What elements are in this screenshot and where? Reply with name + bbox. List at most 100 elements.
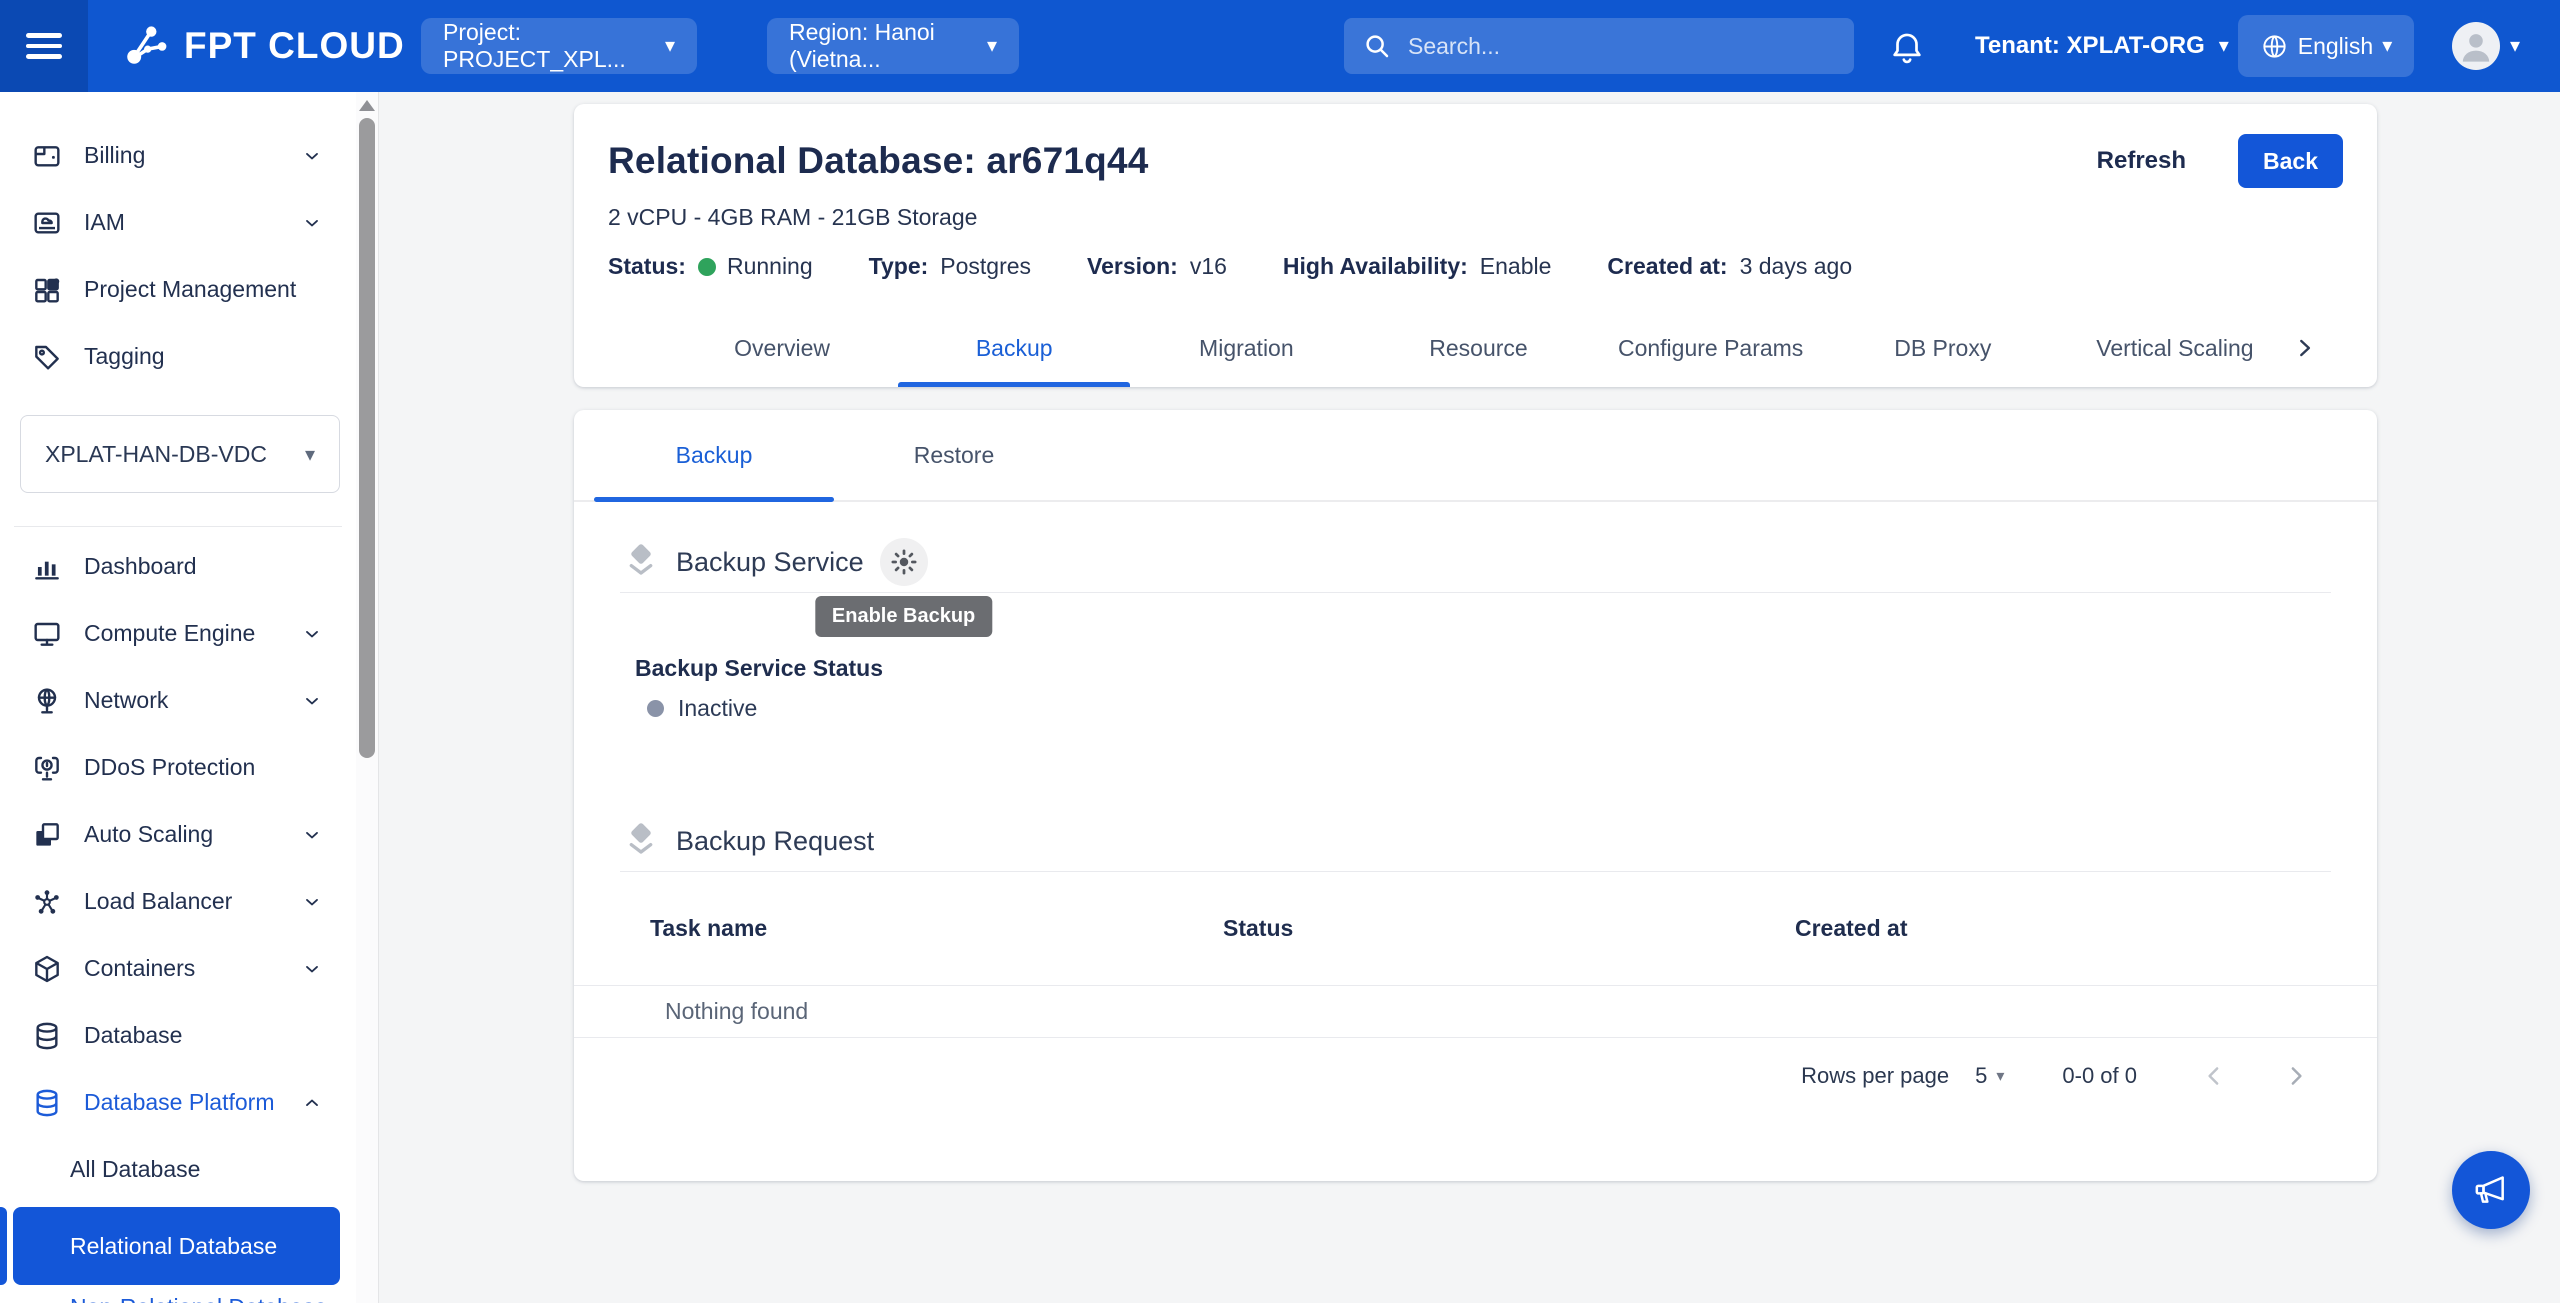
tab-db-proxy[interactable]: DB Proxy bbox=[1827, 309, 2059, 387]
backup-panel-tabs: Backup Restore bbox=[574, 410, 2377, 502]
avatar-caret-icon[interactable]: ▾ bbox=[2510, 36, 2520, 56]
backup-service-status-value: Inactive bbox=[678, 695, 757, 722]
backup-service-section-header: Backup Service Enable Backup bbox=[620, 538, 2331, 586]
sidebar-item-database[interactable]: Database bbox=[0, 1002, 356, 1069]
scrollbar-thumb[interactable] bbox=[359, 118, 375, 758]
tenant-selector[interactable]: Tenant: XPLAT-ORG ▾ bbox=[1975, 32, 2229, 60]
ha-value: Enable bbox=[1480, 253, 1552, 280]
top-navbar: FPT CLOUD Project: PROJECT_XPL... ▾ Regi… bbox=[0, 0, 2560, 92]
tab-backup-inner[interactable]: Backup bbox=[594, 410, 834, 500]
tab-resource[interactable]: Resource bbox=[1362, 309, 1594, 387]
bar-chart-icon bbox=[30, 550, 64, 584]
caret-down-icon: ▾ bbox=[305, 442, 315, 467]
sidebar: Billing IAM bbox=[0, 92, 356, 1303]
id-card-icon bbox=[30, 206, 64, 240]
tab-vertical-scaling[interactable]: Vertical Scaling bbox=[2059, 309, 2291, 387]
sidebar-item-auto-scaling[interactable]: Auto Scaling bbox=[0, 801, 356, 868]
sidebar-item-billing[interactable]: Billing bbox=[0, 122, 356, 189]
brand-logo-text: FPT CLOUD bbox=[184, 25, 405, 67]
tabs-scroll-right-icon[interactable] bbox=[2291, 335, 2317, 361]
chevron-up-icon bbox=[302, 1093, 322, 1113]
backup-request-title: Backup Request bbox=[676, 826, 874, 857]
backup-request-section-header: Backup Request bbox=[620, 817, 2331, 865]
sidebar-item-ddos-protection[interactable]: DDoS Protection bbox=[0, 734, 356, 801]
sidebar-item-containers[interactable]: Containers bbox=[0, 935, 356, 1002]
sidebar-item-compute-engine[interactable]: Compute Engine bbox=[0, 600, 356, 667]
sidebar-item-database-platform[interactable]: Database Platform bbox=[0, 1069, 356, 1136]
sidebar-item-network[interactable]: Network bbox=[0, 667, 356, 734]
vdc-selector-value: XPLAT-HAN-DB-VDC bbox=[45, 441, 267, 468]
shield-monitor-icon bbox=[30, 751, 64, 785]
language-selector[interactable]: English ▾ bbox=[2238, 15, 2414, 77]
sidebar-scrollbar[interactable] bbox=[356, 92, 379, 1303]
brand-logo[interactable]: FPT CLOUD bbox=[118, 19, 405, 73]
previous-page-button[interactable] bbox=[2199, 1061, 2229, 1091]
vdc-selector[interactable]: XPLAT-HAN-DB-VDC ▾ bbox=[20, 415, 340, 493]
inactive-status-dot bbox=[647, 700, 664, 717]
backup-settings-button[interactable]: Enable Backup bbox=[880, 538, 928, 586]
layers-icon bbox=[30, 818, 64, 852]
region-selector[interactable]: Region: Hanoi (Vietna... ▾ bbox=[767, 18, 1019, 74]
nodes-icon bbox=[30, 885, 64, 919]
scrollbar-up-arrow[interactable] bbox=[359, 100, 375, 111]
sidebar-item-relational-database[interactable]: Relational Database bbox=[13, 1207, 340, 1285]
rows-per-page-label: Rows per page bbox=[1801, 1063, 1949, 1089]
created-at-value: 3 days ago bbox=[1740, 253, 1853, 280]
backup-service-status-value-row: Inactive bbox=[620, 695, 2331, 722]
hamburger-menu-button[interactable] bbox=[0, 0, 88, 92]
active-item-accent-bar bbox=[0, 1207, 7, 1285]
database-icon bbox=[30, 1086, 64, 1120]
tab-migration[interactable]: Migration bbox=[1130, 309, 1362, 387]
table-pagination: Rows per page 5 ▾ 0-0 of 0 bbox=[574, 1038, 2377, 1114]
chevron-down-icon bbox=[302, 825, 322, 845]
monitor-icon bbox=[30, 617, 64, 651]
refresh-button[interactable]: Refresh bbox=[2091, 146, 2192, 176]
search-input[interactable] bbox=[1406, 32, 1806, 61]
language-label: English bbox=[2298, 33, 2373, 60]
sidebar-item-all-database[interactable]: All Database bbox=[0, 1136, 356, 1203]
sidebar-item-tagging[interactable]: Tagging bbox=[0, 323, 356, 390]
next-page-button[interactable] bbox=[2281, 1061, 2311, 1091]
search-box[interactable] bbox=[1344, 18, 1854, 74]
feedback-fab-button[interactable] bbox=[2452, 1151, 2530, 1229]
tab-backup[interactable]: Backup bbox=[898, 309, 1130, 387]
project-selector-label: Project: PROJECT_XPL... bbox=[443, 19, 665, 73]
database-icon bbox=[30, 1019, 64, 1053]
layers-diamond-icon bbox=[620, 542, 660, 582]
caret-down-icon: ▾ bbox=[1996, 1066, 2004, 1086]
chevron-down-icon bbox=[302, 959, 322, 979]
type-value: Postgres bbox=[940, 253, 1031, 280]
grid-icon bbox=[30, 273, 64, 307]
chevron-left-icon bbox=[2199, 1061, 2229, 1091]
status-row: Status: Running Type: Postgres Version: … bbox=[608, 253, 2343, 280]
column-created-at: Created at bbox=[1795, 915, 2377, 942]
tab-overview[interactable]: Overview bbox=[666, 309, 898, 387]
search-icon bbox=[1362, 31, 1392, 61]
tenant-label: Tenant: XPLAT-ORG bbox=[1975, 32, 2205, 60]
pagination-range: 0-0 of 0 bbox=[2062, 1063, 2137, 1089]
rows-per-page-select[interactable]: 5 ▾ bbox=[1975, 1063, 2004, 1089]
user-avatar[interactable] bbox=[2452, 22, 2500, 70]
section-divider bbox=[620, 592, 2331, 593]
project-selector[interactable]: Project: PROJECT_XPL... ▾ bbox=[421, 18, 697, 74]
table-empty-row: Nothing found bbox=[574, 986, 2377, 1038]
tab-configure-params[interactable]: Configure Params bbox=[1595, 309, 1827, 387]
page-title: Relational Database: ar671q44 bbox=[608, 140, 1149, 182]
sidebar-item-project-management[interactable]: Project Management bbox=[0, 256, 356, 323]
sidebar-item-dashboard[interactable]: Dashboard bbox=[0, 533, 356, 600]
sidebar-item-iam[interactable]: IAM bbox=[0, 189, 356, 256]
sidebar-item-load-balancer[interactable]: Load Balancer bbox=[0, 868, 356, 935]
tab-restore[interactable]: Restore bbox=[834, 410, 1074, 500]
backup-service-title: Backup Service bbox=[676, 547, 864, 578]
caret-down-icon: ▾ bbox=[2219, 36, 2229, 56]
back-button[interactable]: Back bbox=[2238, 134, 2343, 188]
chevron-down-icon bbox=[302, 624, 322, 644]
status-value: Running bbox=[727, 253, 813, 280]
chevron-down-icon bbox=[302, 213, 322, 233]
chevron-right-icon bbox=[2281, 1061, 2311, 1091]
page-tabs: Overview Backup Migration Resource Confi… bbox=[608, 309, 2343, 387]
megaphone-icon bbox=[2471, 1170, 2511, 1210]
sidebar-item-non-relational-database[interactable]: Non-Relational Database bbox=[0, 1294, 356, 1303]
region-selector-label: Region: Hanoi (Vietna... bbox=[789, 19, 987, 73]
notifications-bell-icon[interactable] bbox=[1888, 27, 1926, 65]
